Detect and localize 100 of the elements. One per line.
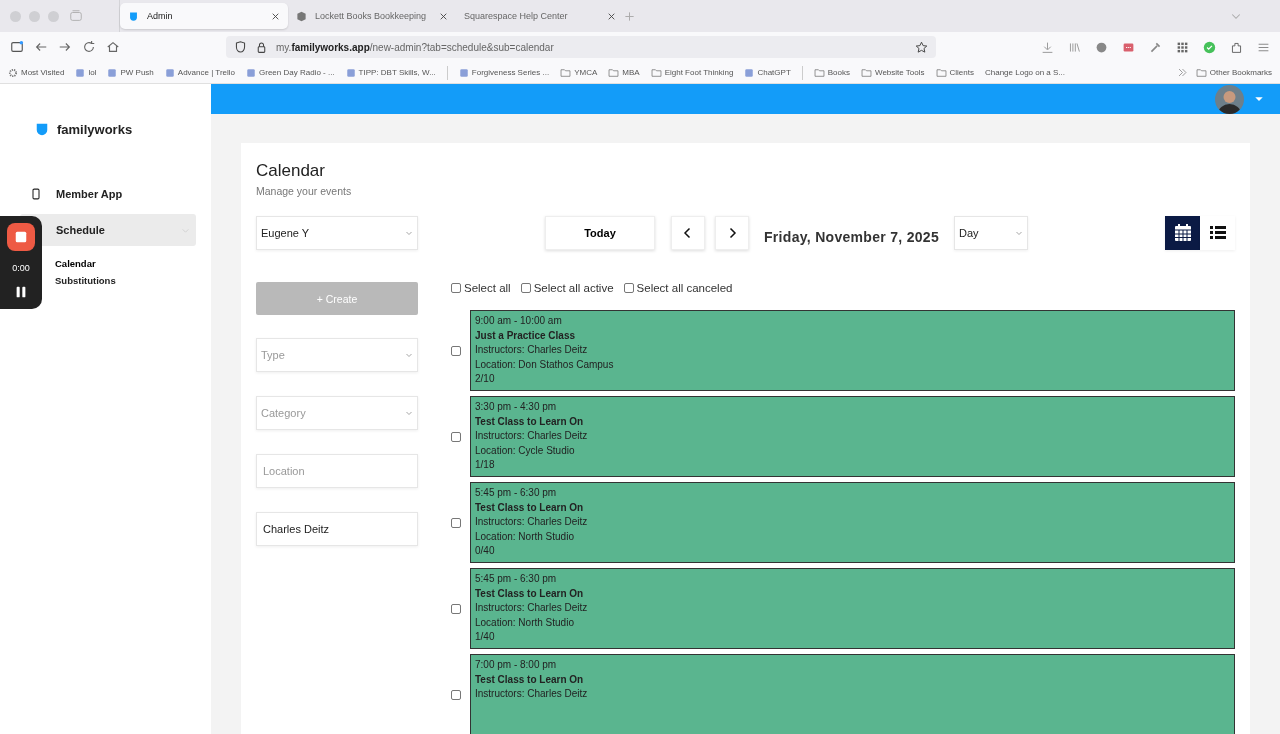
- event-card[interactable]: 3:30 pm - 4:30 pm Test Class to Learn On Instructors: Charles Deitz Location: Cycle Studio 1/18: [470, 396, 1235, 477]
- stop-button[interactable]: [7, 223, 35, 251]
- gear-icon: [8, 67, 18, 78]
- back-icon: [34, 40, 48, 54]
- bookmark[interactable]: TIPP: DBT Skills, W...: [345, 67, 436, 78]
- browser-tab[interactable]: Lockett Books Bookkeeping: [288, 3, 456, 29]
- folder-icon: [1195, 67, 1207, 78]
- bookmark[interactable]: ChatGPT: [744, 67, 791, 78]
- shield-outline-icon: [234, 40, 247, 54]
- check-circle-icon: [1203, 40, 1216, 54]
- site-icon: [75, 67, 86, 78]
- event-title: Test Class to Learn On: [475, 587, 585, 600]
- event-time: 5:45 pm - 6:30 pm: [475, 573, 558, 585]
- event-time: 9:00 am - 10:00 am: [475, 315, 563, 327]
- bookmark[interactable]: Eight Foot Thinking: [650, 67, 734, 78]
- range-select[interactable]: Day: [954, 216, 1029, 250]
- bookmark[interactable]: Clients: [935, 67, 974, 78]
- event-instructors: Instructors: Charles Deitz: [475, 516, 589, 528]
- close-icon: [271, 11, 280, 21]
- bookmark[interactable]: Other Bookmarks: [1195, 67, 1272, 78]
- address-bar[interactable]: my.familyworks.app/new-admin?tab=schedule&sub=calendar: [226, 36, 936, 58]
- bookmark[interactable]: Most Visited: [8, 67, 65, 78]
- bookmark[interactable]: Green Day Radio - ...: [246, 67, 335, 78]
- event-card[interactable]: 5:45 pm - 6:30 pm Test Class to Learn On Instructors: Charles Deitz Location: North Studio 1/40: [470, 568, 1235, 649]
- bookmark[interactable]: YMCA: [560, 67, 598, 78]
- today-button[interactable]: Today: [545, 216, 655, 250]
- caret-icon: [405, 351, 413, 359]
- phone-icon: [30, 188, 42, 200]
- close-icon: [607, 11, 616, 21]
- instructor-field[interactable]: Charles Deitz: [256, 512, 418, 546]
- event-time: 3:30 pm - 4:30 pm: [475, 401, 558, 413]
- event-instructors: Instructors: Charles Deitz: [475, 602, 589, 614]
- site-icon: [246, 67, 256, 78]
- event-card[interactable]: 5:45 pm - 6:30 pm Test Class to Learn On Instructors: Charles Deitz Location: North Studio 0/40: [470, 482, 1235, 563]
- next-button[interactable]: [715, 216, 749, 250]
- checkbox[interactable]: [451, 689, 461, 700]
- checkbox[interactable]: [451, 517, 461, 528]
- checkbox[interactable]: [451, 603, 461, 614]
- select-option[interactable]: Select all active: [520, 282, 614, 294]
- grid-icon: [1176, 40, 1189, 54]
- tab-overview-icon: [69, 9, 83, 23]
- event-title: Test Class to Learn On: [475, 673, 585, 686]
- bookmark[interactable]: Advance | Trello: [164, 67, 235, 78]
- list-view-button[interactable]: [1200, 216, 1235, 250]
- extension-square-icon: [1122, 40, 1135, 54]
- bookmark[interactable]: PW Push: [107, 67, 154, 78]
- shield-icon: [128, 10, 139, 22]
- recording-time: 0:00: [12, 263, 30, 273]
- checkbox[interactable]: [451, 283, 461, 293]
- cube-icon: [296, 10, 307, 22]
- extension-circle-icon: [1095, 40, 1108, 54]
- sidebar-item[interactable]: Member App: [20, 178, 196, 210]
- site-icon: [164, 67, 175, 78]
- event-capacity: 1/40: [475, 631, 496, 643]
- home-icon: [106, 40, 120, 54]
- event-instructors: Instructors: Charles Deitz: [475, 344, 589, 356]
- puzzle-icon: [1230, 40, 1243, 54]
- site-icon: [458, 67, 469, 78]
- event-capacity: 0/40: [475, 545, 496, 557]
- calendar-view-button[interactable]: [1165, 216, 1200, 250]
- bookmark[interactable]: Books: [813, 67, 850, 78]
- staff-select[interactable]: Eugene Y: [256, 216, 418, 250]
- event-card[interactable]: 7:00 pm - 8:00 pm Test Class to Learn On Instructors: Charles Deitz: [470, 654, 1235, 734]
- logo-icon: [35, 122, 49, 136]
- reload-icon: [82, 40, 96, 54]
- eyedropper-icon: [1149, 40, 1162, 54]
- site-icon: [345, 67, 356, 78]
- checkbox[interactable]: [623, 283, 634, 293]
- event-capacity: 2/10: [475, 373, 496, 385]
- new-tab-icon: [624, 10, 635, 22]
- select-option[interactable]: Select all: [451, 282, 511, 294]
- event-capacity: 1/18: [475, 459, 496, 471]
- event-card[interactable]: 9:00 am - 10:00 am Just a Practice Class Instructors: Charles Deitz Location: Don Stathos Campus 2/10: [470, 310, 1235, 391]
- sidebar-subitem[interactable]: Substitutions: [55, 275, 116, 286]
- folder-icon: [813, 67, 825, 78]
- bookmark[interactable]: Website Tools: [861, 67, 925, 78]
- close-icon: [439, 11, 448, 21]
- more-bookmarks-icon: [1176, 67, 1188, 78]
- caret-icon: [405, 229, 413, 237]
- event-title: Test Class to Learn On: [475, 415, 585, 428]
- previous-button[interactable]: [671, 216, 705, 250]
- page-title: Calendar: [256, 161, 326, 181]
- sidebar-subitem[interactable]: Calendar: [55, 258, 96, 269]
- location-field[interactable]: Location: [256, 454, 418, 488]
- browser-tab[interactable]: Admin: [120, 3, 288, 29]
- event-title: Just a Practice Class: [475, 329, 577, 342]
- bookmark[interactable]: Change Logo on a S...: [985, 68, 1066, 77]
- select-option[interactable]: Select all canceled: [623, 282, 733, 294]
- checkbox[interactable]: [451, 431, 461, 442]
- avatar[interactable]: [1215, 84, 1244, 114]
- bookmark[interactable]: Forgiveness Series ...: [458, 67, 550, 78]
- sidebar-icon: [10, 40, 24, 54]
- browser-tab[interactable]: Squarespace Help Center: [456, 3, 624, 29]
- stop-icon: [15, 231, 27, 243]
- bookmark[interactable]: MBA: [608, 67, 640, 78]
- checkbox[interactable]: [520, 283, 531, 293]
- checkbox[interactable]: [451, 345, 461, 356]
- event-time: 7:00 pm - 8:00 pm: [475, 659, 558, 671]
- event-location: Location: Don Stathos Campus: [475, 358, 615, 371]
- bookmark[interactable]: lol: [75, 67, 97, 78]
